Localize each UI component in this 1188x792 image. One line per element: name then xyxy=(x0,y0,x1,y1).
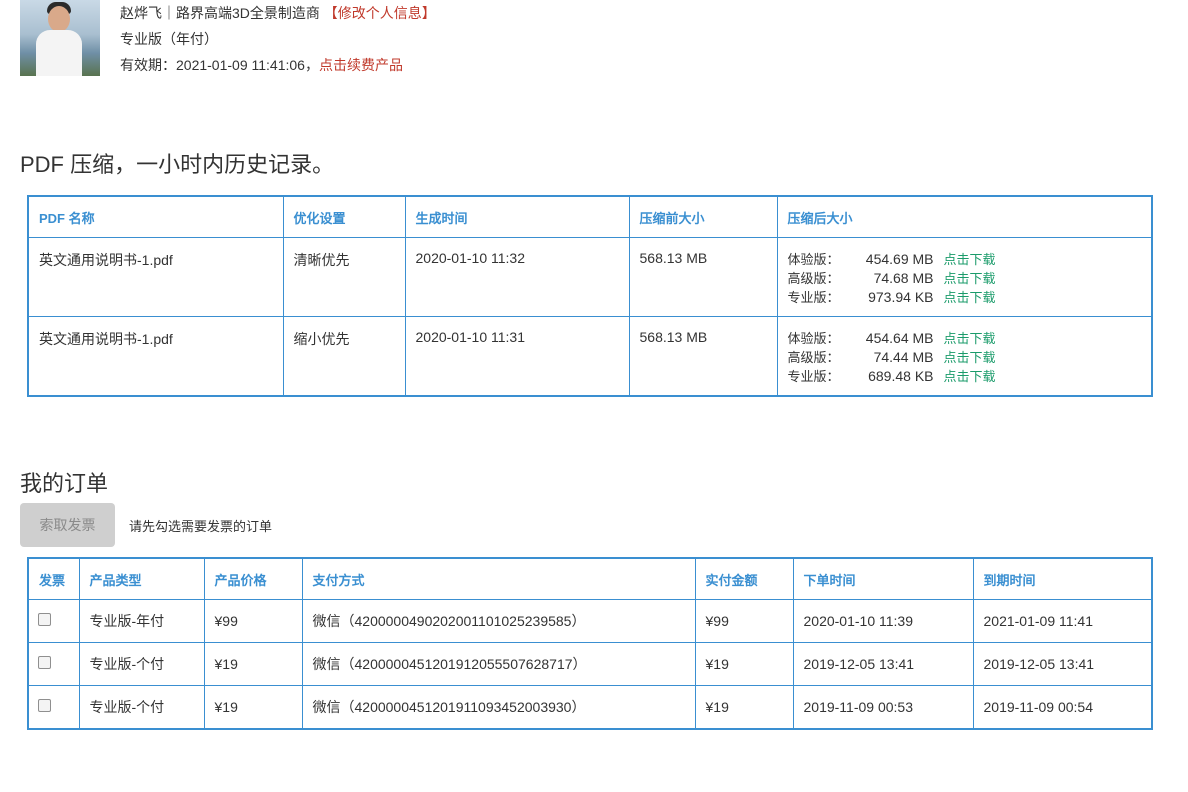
table-row: 英文通用说明书-1.pdf 清晰优先 2020-01-10 11:32 568.… xyxy=(27,237,1153,317)
orders-header-price: 产品价格 xyxy=(203,557,303,600)
pdf-size-before: 568.13 MB xyxy=(628,316,778,397)
table-row: 专业版-个付 ¥19 微信（42000004512019120555076287… xyxy=(27,642,1153,686)
order-paid: ¥19 xyxy=(694,685,794,730)
size-line: 体验版： 454.69 MB 点击下载 xyxy=(788,250,1142,269)
size-label: 体验版： xyxy=(787,252,840,267)
size-label: 体验版： xyxy=(787,331,840,346)
history-header-time: 生成时间 xyxy=(404,195,630,238)
orders-header-paid: 实付金额 xyxy=(694,557,794,600)
profile-info: 赵烨飞｜路界高端3D全景制造商 【修改个人信息】 专业版（年付） 有效期：202… xyxy=(120,0,436,78)
order-expire: 2019-12-05 13:41 xyxy=(972,642,1153,686)
orders-header-expire-time: 到期时间 xyxy=(972,557,1153,600)
history-header-name: PDF 名称 xyxy=(27,195,284,238)
size-line: 高级版： 74.44 MB 点击下载 xyxy=(788,348,1142,367)
order-time: 2020-01-10 11:39 xyxy=(792,599,974,643)
profile-validity-row: 有效期：2021-01-09 11:41:06，点击续费产品 xyxy=(120,52,436,78)
invoice-checkbox[interactable] xyxy=(38,656,51,669)
order-paid: ¥19 xyxy=(694,642,794,686)
orders-table: 发票 产品类型 产品价格 支付方式 实付金额 下单时间 到期时间 专业版-年付 … xyxy=(27,557,1153,730)
download-link[interactable]: 点击下载 xyxy=(944,288,996,307)
history-header-before: 压缩前大小 xyxy=(628,195,778,238)
orders-header-invoice: 发票 xyxy=(27,557,80,600)
profile-name: 赵烨飞｜路界高端3D全景制造商 xyxy=(120,5,324,21)
pdf-time: 2020-01-10 11:31 xyxy=(404,316,630,397)
order-type: 专业版-个付 xyxy=(78,685,205,730)
invoice-checkbox[interactable] xyxy=(38,613,51,626)
size-label: 高级版： xyxy=(787,271,840,286)
table-row: 专业版-年付 ¥99 微信（42000004902020011010252395… xyxy=(27,599,1153,643)
pdf-size-after: 体验版： 454.69 MB 点击下载 高级版： 74.68 MB 点击下载 专业版： 9… xyxy=(776,237,1153,317)
orders-header-row: 发票 产品类型 产品价格 支付方式 实付金额 下单时间 到期时间 xyxy=(27,557,1153,600)
profile-validity: 有效期：2021-01-09 11:41:06， xyxy=(120,57,319,73)
order-expire: 2021-01-09 11:41 xyxy=(972,599,1153,643)
order-price: ¥99 xyxy=(203,599,303,643)
pdf-name: 英文通用说明书-1.pdf xyxy=(27,316,284,397)
invoice-cell xyxy=(27,599,80,643)
orders-header-payment: 支付方式 xyxy=(301,557,696,600)
download-link[interactable]: 点击下载 xyxy=(944,269,996,288)
size-label: 专业版： xyxy=(787,369,840,384)
history-table: PDF 名称 优化设置 生成时间 压缩前大小 压缩后大小 英文通用说明书-1.p… xyxy=(27,195,1153,397)
order-type: 专业版-年付 xyxy=(78,599,205,643)
pdf-size-before: 568.13 MB xyxy=(628,237,778,317)
orders-header-order-time: 下单时间 xyxy=(792,557,974,600)
size-label: 专业版： xyxy=(787,290,840,305)
download-link[interactable]: 点击下载 xyxy=(944,348,996,367)
download-link[interactable]: 点击下载 xyxy=(944,367,996,386)
invoice-hint: 请先勾选需要发票的订单 xyxy=(129,519,273,534)
pdf-setting: 清晰优先 xyxy=(282,237,406,317)
download-link[interactable]: 点击下载 xyxy=(944,329,996,348)
pdf-setting: 缩小优先 xyxy=(282,316,406,397)
size-value: 74.68 MB xyxy=(873,270,934,286)
size-value: 454.64 MB xyxy=(865,330,934,346)
table-row: 英文通用说明书-1.pdf 缩小优先 2020-01-10 11:31 568.… xyxy=(27,316,1153,397)
order-type: 专业版-个付 xyxy=(78,642,205,686)
download-link[interactable]: 点击下载 xyxy=(944,250,996,269)
history-title: PDF 压缩，一小时内历史记录。 xyxy=(20,152,335,177)
pdf-time: 2020-01-10 11:32 xyxy=(404,237,630,317)
history-header-after: 压缩后大小 xyxy=(776,195,1153,238)
order-payment: 微信（4200000451201911093452003930） xyxy=(301,685,696,730)
order-price: ¥19 xyxy=(203,642,303,686)
order-paid: ¥99 xyxy=(694,599,794,643)
avatar-head xyxy=(48,6,70,32)
order-time: 2019-12-05 13:41 xyxy=(792,642,974,686)
invoice-cell xyxy=(27,642,80,686)
size-value: 74.44 MB xyxy=(873,349,934,365)
size-value: 973.94 KB xyxy=(868,289,934,305)
size-value: 689.48 KB xyxy=(868,368,934,384)
edit-profile-link[interactable]: 【修改个人信息】 xyxy=(324,5,436,21)
avatar-body xyxy=(36,30,82,76)
order-payment: 微信（4200000451201912055507628717） xyxy=(301,642,696,686)
history-header-setting: 优化设置 xyxy=(282,195,406,238)
size-value: 454.69 MB xyxy=(865,251,934,267)
pdf-size-after: 体验版： 454.64 MB 点击下载 高级版： 74.44 MB 点击下载 专业版： 6… xyxy=(776,316,1153,397)
history-header-row: PDF 名称 优化设置 生成时间 压缩前大小 压缩后大小 xyxy=(27,195,1153,238)
orders-title: 我的订单 xyxy=(20,471,109,496)
invoice-cell xyxy=(27,685,80,730)
order-time: 2019-11-09 00:53 xyxy=(792,685,974,730)
order-price: ¥19 xyxy=(203,685,303,730)
orders-header-type: 产品类型 xyxy=(78,557,205,600)
avatar xyxy=(20,0,100,76)
table-row: 专业版-个付 ¥19 微信（42000004512019110934520039… xyxy=(27,685,1153,730)
size-line: 专业版： 689.48 KB 点击下载 xyxy=(788,367,1142,386)
pdf-name: 英文通用说明书-1.pdf xyxy=(27,237,284,317)
profile-name-row: 赵烨飞｜路界高端3D全景制造商 【修改个人信息】 xyxy=(120,0,436,26)
renew-link[interactable]: 点击续费产品 xyxy=(319,57,403,73)
order-expire: 2019-11-09 00:54 xyxy=(972,685,1153,730)
invoice-checkbox[interactable] xyxy=(38,699,51,712)
order-payment: 微信（4200000490202001101025239585） xyxy=(301,599,696,643)
request-invoice-button[interactable]: 索取发票 xyxy=(20,503,115,547)
size-label: 高级版： xyxy=(787,350,840,365)
profile-plan: 专业版（年付） xyxy=(120,31,218,47)
size-line: 体验版： 454.64 MB 点击下载 xyxy=(788,329,1142,348)
size-line: 专业版： 973.94 KB 点击下载 xyxy=(788,288,1142,307)
size-line: 高级版： 74.68 MB 点击下载 xyxy=(788,269,1142,288)
